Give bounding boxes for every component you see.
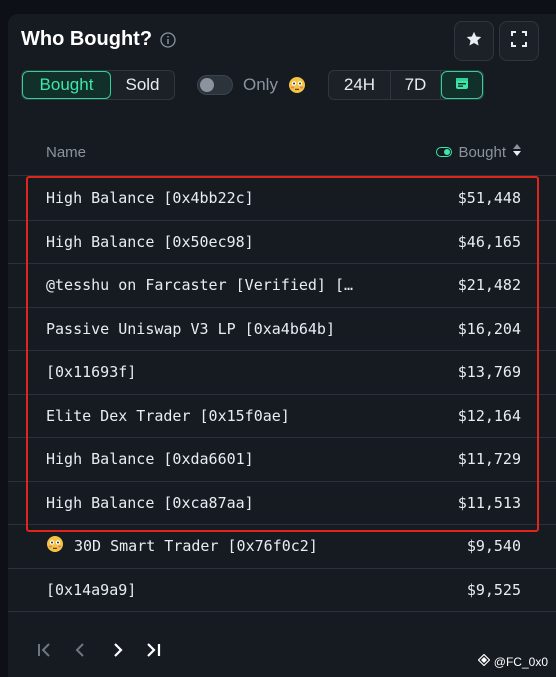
table-row[interactable]: High Balance [0xca87aa] $11,513: [8, 482, 556, 525]
calendar-icon: [455, 75, 469, 95]
flushed-face-icon: [288, 76, 306, 94]
table-row[interactable]: 30D Smart Trader [0x76f0c2] $9,540: [8, 525, 556, 569]
star-icon: [465, 30, 483, 53]
time-range-tabs: 24H 7D: [327, 70, 484, 100]
tab-bought[interactable]: Bought: [22, 71, 111, 99]
toggle-knob: [200, 78, 214, 92]
table-row[interactable]: [0x14a9a9] $9,525: [8, 569, 556, 612]
watermark: @FC_0x0: [477, 653, 548, 669]
row-value: $9,525: [466, 580, 521, 599]
watermark-text: @FC_0x0: [493, 654, 548, 669]
row-name: Elite Dex Trader [0x15f0ae]: [46, 406, 290, 425]
row-name: High Balance [0xda6601]: [46, 450, 254, 469]
table-row[interactable]: Passive Uniswap V3 LP [0xa4b64b] $16,204: [8, 308, 556, 351]
row-value: $16,204: [457, 319, 521, 338]
row-name: [0x14a9a9]: [46, 580, 137, 599]
table-row[interactable]: @tesshu on Farcaster [Verified] [… $21,48…: [8, 264, 556, 308]
page-title: Who Bought?: [21, 28, 153, 50]
row-value: $11,513: [457, 493, 521, 512]
flushed-face-icon: [46, 535, 64, 557]
table-row[interactable]: Elite Dex Trader [0x15f0ae] $12,164: [8, 395, 556, 438]
bought-column-header[interactable]: Bought: [436, 143, 522, 161]
only-filter: Only: [197, 75, 306, 95]
buyers-table: High Balance [0x4bb22c] $51,448 High Bala…: [8, 177, 556, 612]
row-name-with-badge: 30D Smart Trader [0x76f0c2]: [46, 535, 318, 557]
tab-24h[interactable]: 24H: [329, 71, 391, 99]
filter-controls: Bought Sold Only 24H 7D: [21, 70, 484, 100]
only-label: Only: [243, 75, 278, 94]
previous-page-icon[interactable]: [72, 641, 90, 659]
tab-sold[interactable]: Sold: [111, 71, 174, 99]
first-page-icon[interactable]: [36, 641, 54, 659]
row-name: @tesshu on Farcaster [Verified] […: [46, 276, 354, 295]
row-value: $13,769: [457, 363, 521, 382]
row-value: $21,482: [457, 276, 521, 295]
row-name: High Balance [0x50ec98]: [46, 232, 254, 251]
row-value: $46,165: [457, 232, 521, 251]
fullscreen-button[interactable]: [499, 21, 539, 61]
row-value: $9,540: [466, 537, 521, 556]
expand-icon: [510, 30, 528, 53]
table-header: Name Bought: [8, 130, 556, 176]
table-row[interactable]: High Balance [0xda6601] $11,729: [8, 438, 556, 482]
next-page-icon[interactable]: [108, 641, 126, 659]
custom-range-button[interactable]: [440, 71, 483, 99]
pagination: [36, 641, 162, 659]
info-icon[interactable]: [160, 31, 176, 48]
row-name: [0x11693f]: [46, 363, 137, 382]
table-row[interactable]: [0x11693f] $13,769: [8, 351, 556, 395]
row-name: 30D Smart Trader [0x76f0c2]: [74, 537, 318, 556]
bought-sold-tabs: Bought Sold: [21, 70, 175, 100]
row-name: High Balance [0xca87aa]: [46, 493, 254, 512]
row-name: Passive Uniswap V3 LP [0xa4b64b]: [46, 319, 335, 338]
diamond-logo-icon: [477, 653, 491, 669]
toggle-pill-icon: [436, 144, 453, 161]
bought-header-label: Bought: [458, 143, 506, 161]
table-row[interactable]: High Balance [0x4bb22c] $51,448: [8, 177, 556, 221]
table-row[interactable]: High Balance [0x50ec98] $46,165: [8, 221, 556, 264]
row-value: $51,448: [457, 189, 521, 208]
last-page-icon[interactable]: [144, 641, 162, 659]
row-value: $11,729: [457, 450, 521, 469]
panel-header: Who Bought?: [21, 28, 176, 51]
only-toggle[interactable]: [197, 75, 233, 95]
tab-7d[interactable]: 7D: [391, 71, 441, 99]
name-column-header: Name: [46, 144, 87, 161]
favorite-button[interactable]: [454, 21, 494, 61]
sort-icon: [512, 143, 522, 161]
row-value: $12,164: [457, 406, 521, 425]
row-name: High Balance [0x4bb22c]: [46, 189, 254, 208]
